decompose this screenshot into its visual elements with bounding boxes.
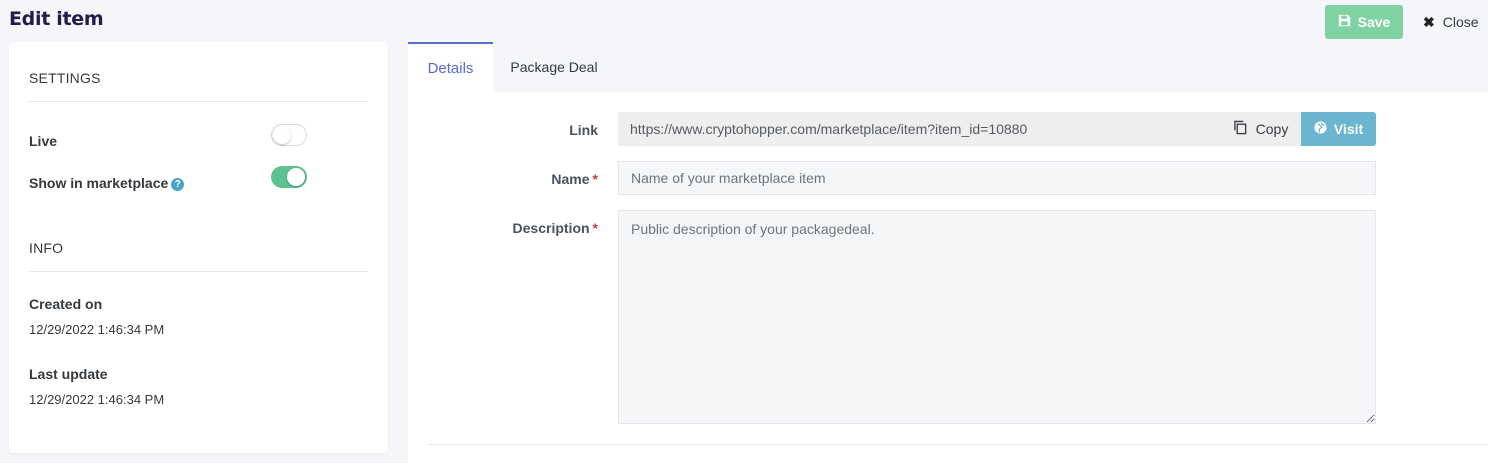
tab-details[interactable]: Details	[408, 42, 493, 92]
copy-icon	[1233, 120, 1248, 138]
globe-icon	[1314, 121, 1327, 137]
details-panel: Link Copy Visit Name* Description*	[408, 92, 1488, 463]
last-update-value: 12/29/2022 1:46:34 PM	[29, 392, 165, 407]
name-input[interactable]	[618, 161, 1376, 195]
close-icon: ✖	[1423, 13, 1435, 30]
show-in-marketplace-toggle-knob	[287, 168, 305, 186]
link-field[interactable]	[618, 112, 1220, 146]
required-marker: *	[592, 220, 598, 236]
floppy-disk-icon	[1338, 14, 1351, 30]
live-label: Live	[29, 133, 58, 149]
settings-card: SETTINGS Live Show in marketplace? INFO …	[9, 42, 388, 453]
description-label-row: Description *	[408, 220, 598, 236]
visit-button[interactable]: Visit	[1301, 112, 1376, 146]
copy-button[interactable]: Copy	[1220, 112, 1301, 146]
visit-button-label: Visit	[1333, 121, 1364, 137]
name-label-row: Name *	[408, 171, 598, 187]
question-circle-icon[interactable]: ?	[171, 178, 185, 191]
save-button-label: Save	[1357, 14, 1391, 30]
info-heading: INFO	[29, 240, 64, 256]
settings-heading: SETTINGS	[29, 70, 101, 86]
created-on-value: 12/29/2022 1:46:34 PM	[29, 322, 165, 337]
page-title: Edit item	[9, 8, 104, 30]
live-toggle[interactable]	[271, 124, 307, 146]
live-toggle-knob	[273, 126, 291, 144]
link-label: Link	[569, 122, 598, 138]
info-divider	[29, 271, 368, 272]
close-button[interactable]: ✖ Close	[1418, 5, 1480, 39]
show-in-marketplace-label-row: Show in marketplace?	[29, 175, 185, 191]
show-in-marketplace-label: Show in marketplace	[29, 175, 169, 191]
save-button[interactable]: Save	[1325, 5, 1403, 39]
show-in-marketplace-toggle[interactable]	[271, 166, 307, 188]
form-bottom-divider	[428, 444, 1488, 445]
copy-button-label: Copy	[1255, 121, 1289, 137]
name-label: Name	[551, 171, 590, 187]
required-marker: *	[592, 171, 598, 187]
settings-divider	[29, 101, 368, 102]
close-button-label: Close	[1442, 14, 1479, 30]
last-update-label: Last update	[29, 366, 108, 382]
tab-bar: Details Package Deal	[408, 42, 1488, 92]
created-on-label: Created on	[29, 296, 103, 312]
tab-package-deal[interactable]: Package Deal	[506, 42, 602, 92]
description-label: Description	[512, 220, 590, 236]
description-textarea[interactable]	[618, 210, 1376, 424]
